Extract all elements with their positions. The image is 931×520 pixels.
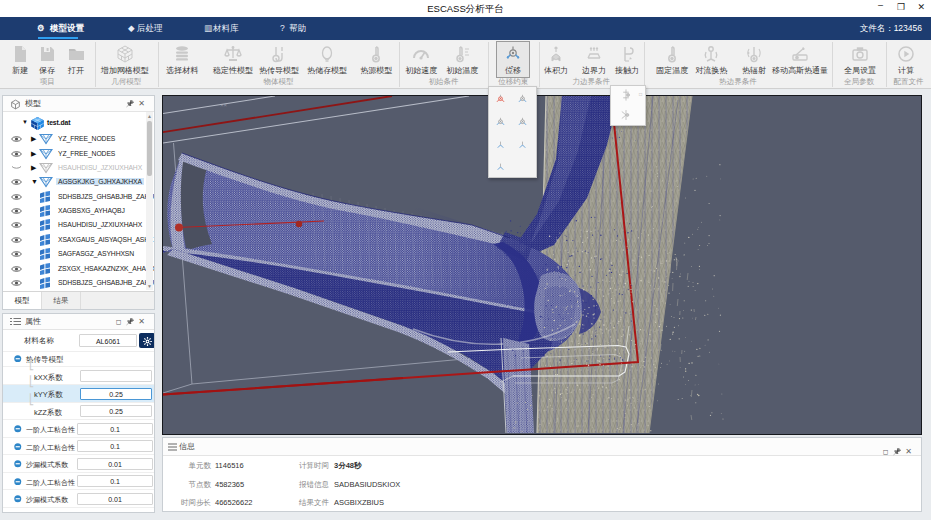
- svg-text:××: ××: [220, 102, 228, 108]
